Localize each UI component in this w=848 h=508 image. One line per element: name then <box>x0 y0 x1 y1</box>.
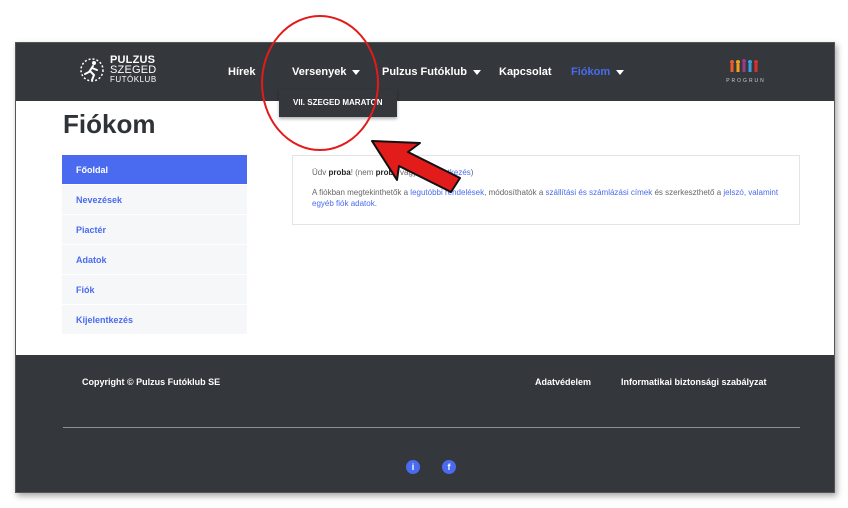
browser-page: PULZUS SZEGED FUTÓKLUB Hírek Versenyek P… <box>15 42 835 493</box>
desc-text-2: , módosíthatók a <box>484 188 546 197</box>
greeting-username: proba <box>328 168 351 177</box>
logo-line-3: FUTÓKLUB <box>110 75 157 84</box>
recent-orders-link[interactable]: legutóbbi rendelések <box>410 188 484 197</box>
addresses-link[interactable]: szállítási és számlázási címek <box>546 188 653 197</box>
sidebar-item-fooldal[interactable]: Főoldal <box>62 155 247 185</box>
nav-item-fiokom[interactable]: Fiókom <box>571 66 625 78</box>
sidebar-item-nevezesek[interactable]: Nevezések <box>62 185 247 215</box>
greeting-text: Üdv proba! (nem proba vagy? Kijelentkezé… <box>312 167 780 178</box>
account-dashboard-content: Üdv proba! (nem proba vagy? Kijelentkezé… <box>292 155 800 225</box>
logo-line-2: SZEGED <box>110 64 157 76</box>
page-title: Fiókom <box>63 109 156 139</box>
nav-item-kapcsolat[interactable]: Kapcsolat <box>499 66 552 78</box>
nav-label: Fiókom <box>571 66 611 78</box>
dashboard-description: A fiókban megtekinthetők a legutóbbi ren… <box>312 187 780 209</box>
info-icon[interactable]: i <box>406 460 420 474</box>
nav-item-hirek[interactable]: Hírek <box>228 66 256 78</box>
caret-down-icon <box>472 69 481 75</box>
nav-label: Pulzus Futóklub <box>382 66 467 78</box>
nav-label: Versenyek <box>292 66 347 78</box>
site-logo[interactable]: PULZUS SZEGED FUTÓKLUB <box>78 52 198 88</box>
caret-down-icon <box>352 69 361 75</box>
progrun-wordmark: PROGRUN <box>726 78 766 84</box>
greeting-end: ) <box>470 168 474 177</box>
footer-link-adatvedelem[interactable]: Adatvédelem <box>535 377 591 387</box>
greeting-username-2: proba <box>375 168 398 177</box>
nav-label: Hírek <box>228 66 256 78</box>
desc-text-1: A fiókban megtekinthetők a <box>312 188 411 197</box>
nav-label: Kapcsolat <box>499 66 552 78</box>
runner-logo-icon <box>80 58 104 82</box>
logout-link[interactable]: Kijelentkezés <box>424 168 471 177</box>
site-header: PULZUS SZEGED FUTÓKLUB Hírek Versenyek P… <box>16 43 834 101</box>
footer-link-security-policy[interactable]: Informatikai biztonsági szabályzat <box>621 377 767 387</box>
caret-down-icon <box>616 69 625 75</box>
copyright-text: Copyright © Pulzus Futóklub SE <box>82 377 221 387</box>
nav-item-versenyek[interactable]: Versenyek <box>292 66 361 78</box>
desc-text-4: . <box>374 199 377 208</box>
nav-item-pulzus-futoklub[interactable]: Pulzus Futóklub <box>382 66 481 78</box>
site-footer: Copyright © Pulzus Futóklub SE Adatvédel… <box>16 355 834 492</box>
greeting-middle: ! (nem <box>350 168 376 177</box>
greeting-prefix: Üdv <box>312 168 329 177</box>
sidebar-item-fiok[interactable]: Fiók <box>62 275 247 305</box>
sidebar-item-kijelentkezes[interactable]: Kijelentkezés <box>62 305 247 335</box>
progrun-logo-icon[interactable]: PROGRUN <box>718 57 774 87</box>
sidebar-item-adatok[interactable]: Adatok <box>62 245 247 275</box>
facebook-icon[interactable]: f <box>442 460 456 474</box>
sidebar-item-piacter[interactable]: Piactér <box>62 215 247 245</box>
greeting-after: vagy? <box>397 168 424 177</box>
footer-divider <box>63 427 800 428</box>
versenyek-dropdown-item[interactable]: VII. SZEGED MARATON <box>279 89 397 117</box>
account-sidebar: Főoldal Nevezések Piactér Adatok Fiók Ki… <box>62 155 247 335</box>
logo-text: PULZUS SZEGED FUTÓKLUB <box>110 55 157 85</box>
desc-text-3: és szerkeszthető a <box>652 188 724 197</box>
